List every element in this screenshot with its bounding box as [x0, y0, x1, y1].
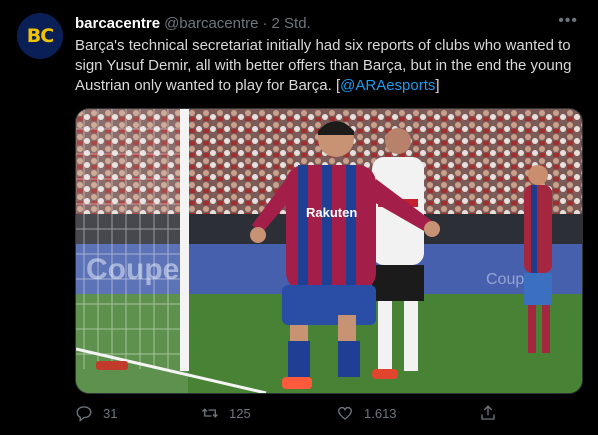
separator-dot: · [262, 14, 268, 32]
display-name[interactable]: barcacentre [75, 15, 160, 32]
retweet-icon [202, 408, 218, 418]
user-handle[interactable]: @barcacentre [164, 15, 258, 32]
tweet-text: Barça's technical secretariat initially … [75, 36, 583, 96]
tweet-header: barcacentre @barcacentre · 2 Std. ••• [75, 12, 578, 34]
tweet-media-image[interactable]: Coupe Coupe Rakuten [75, 108, 583, 394]
share-icon [481, 405, 495, 420]
tweet-actions: 31 125 1.613 [75, 401, 555, 425]
reply-count: 31 [103, 405, 118, 421]
like-button[interactable]: 1.613 [336, 404, 397, 422]
shirt-sponsor-text: Rakuten [306, 205, 357, 220]
reply-button[interactable]: 31 [75, 404, 117, 422]
retweet-button[interactable]: 125 [201, 404, 251, 422]
tweet-text-body: Barça's technical secretariat initially … [75, 37, 572, 94]
football-photo: Coupe Coupe Rakuten [76, 109, 582, 393]
more-options-icon[interactable]: ••• [558, 12, 578, 30]
avatar-logo-text: BC [26, 25, 54, 47]
heart-icon [337, 406, 353, 420]
like-count: 1.613 [364, 405, 397, 421]
retweet-count: 125 [229, 405, 251, 421]
timestamp[interactable]: 2 Std. [272, 15, 311, 32]
reply-icon [76, 406, 92, 422]
tweet-text-tail: ] [435, 77, 440, 94]
mention-link[interactable]: @ARAesports [340, 77, 435, 94]
avatar[interactable]: BC [17, 13, 63, 59]
share-button[interactable] [479, 404, 507, 422]
